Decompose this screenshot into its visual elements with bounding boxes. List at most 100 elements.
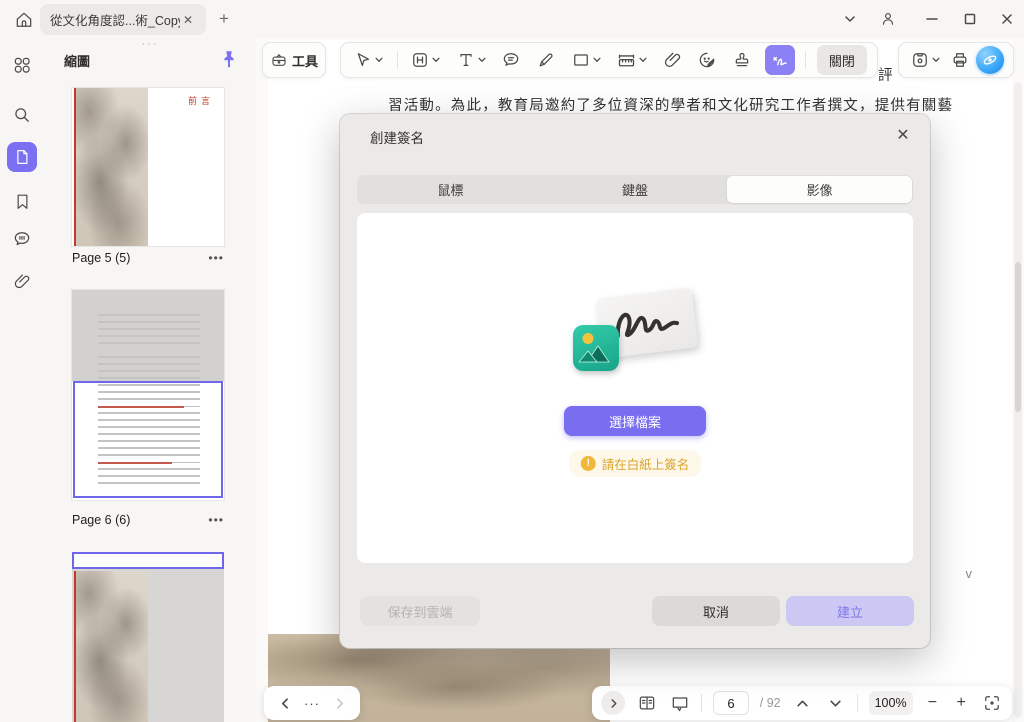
back-button[interactable] <box>274 692 296 714</box>
heading-tool-button[interactable] <box>408 46 443 74</box>
current-view-rectangle[interactable] <box>73 381 223 498</box>
warning-icon: ! <box>580 456 596 471</box>
tools-button[interactable]: 工具 <box>262 42 326 78</box>
tab-image-active[interactable]: 影像 <box>727 176 913 203</box>
text-tool-button[interactable] <box>454 46 489 74</box>
current-view-rectangle[interactable] <box>72 552 224 569</box>
toolbar-divider <box>805 51 807 69</box>
save-button[interactable] <box>908 46 943 74</box>
thumbnail-red-rule <box>74 88 76 246</box>
choose-file-button[interactable]: 選擇檔案 <box>564 406 706 436</box>
more-icon[interactable]: ••• <box>208 514 224 526</box>
thumbnail-caption-text: 前言 <box>187 96 214 106</box>
chevron-down-icon[interactable] <box>592 55 602 65</box>
chevron-down-icon[interactable] <box>374 55 384 65</box>
zoom-out-button[interactable]: − <box>923 694 941 712</box>
ruler-icon <box>616 50 637 71</box>
thumbnail-page-7[interactable] <box>72 552 224 722</box>
signature-tool-button-active[interactable] <box>764 45 795 75</box>
grid-icon <box>12 55 32 75</box>
comments-button[interactable] <box>7 224 37 254</box>
save-to-cloud-button[interactable]: 保存到雲端 <box>360 596 480 626</box>
print-button[interactable] <box>948 46 972 74</box>
scrollbar-thumb[interactable] <box>1015 262 1021 412</box>
dialog-close-button[interactable]: ✕ <box>890 122 916 148</box>
printer-icon <box>950 50 970 70</box>
document-partial-text: 評 <box>878 68 893 84</box>
page-controls-pill: / 92 100% − + <box>592 686 1012 720</box>
user-icon <box>879 10 897 28</box>
chevron-down-icon[interactable] <box>431 55 441 65</box>
search-icon <box>12 105 32 125</box>
forward-button-disabled[interactable] <box>328 692 350 714</box>
measure-tool-button[interactable] <box>614 46 650 74</box>
stamp-tool-button[interactable] <box>730 46 754 74</box>
vertical-scrollbar[interactable] <box>1014 82 1022 718</box>
document-tab[interactable]: 從文化角度認...術_Copy ✕ <box>40 4 206 35</box>
zoom-level-value[interactable]: 100% <box>868 691 913 715</box>
pill-divider <box>701 694 703 712</box>
shape-tool-button[interactable] <box>569 46 604 74</box>
close-annotation-button[interactable]: 關閉 <box>816 45 867 75</box>
bookmarks-button[interactable] <box>7 186 37 216</box>
text-icon <box>456 50 476 70</box>
comment-bubble-icon <box>501 50 521 70</box>
zoom-in-button[interactable]: + <box>952 694 970 712</box>
previous-page-button[interactable] <box>791 692 813 714</box>
heading-icon <box>410 50 430 70</box>
minimize-button[interactable] <box>920 7 944 31</box>
tab-close-icon[interactable]: ✕ <box>180 12 196 28</box>
file-actions-toolbar <box>898 42 1014 78</box>
fullscreen-icon <box>982 693 1002 713</box>
comment-tool-button[interactable] <box>499 46 523 74</box>
sticker-tool-button[interactable] <box>695 46 719 74</box>
pen-tool-button[interactable] <box>534 46 558 74</box>
paperclip-icon <box>13 272 32 291</box>
panels-grid-button[interactable] <box>7 50 37 80</box>
ai-orbit-icon <box>980 50 1000 70</box>
create-button[interactable]: 建立 <box>786 596 914 626</box>
thumbnails-panel-button[interactable] <box>7 142 37 172</box>
pin-icon[interactable] <box>218 48 240 70</box>
sidebar-title: 縮圖 <box>64 54 91 69</box>
search-button[interactable] <box>7 100 37 130</box>
chevron-down-icon[interactable] <box>931 55 941 65</box>
collapse-chevron-button[interactable] <box>601 691 625 715</box>
thumbnail-painting <box>74 571 148 722</box>
chevron-down-icon[interactable] <box>477 55 487 65</box>
attach-tool-button[interactable] <box>661 46 685 74</box>
home-button[interactable] <box>12 8 36 32</box>
thumbnail-label-row: Page 6 (6) ••• <box>72 512 224 528</box>
presentation-button[interactable] <box>669 692 691 714</box>
window-close-button[interactable] <box>995 7 1019 31</box>
titlebar-chevron-button[interactable] <box>838 7 862 31</box>
presentation-icon <box>670 693 690 713</box>
cancel-button[interactable]: 取消 <box>652 596 780 626</box>
dialog-title: 創建簽名 <box>370 131 424 146</box>
app-window: 習活動。為此，教育局邀約了多位資深的學者和文化研究工作者撰文，提供有關藝 評 v… <box>0 0 1024 722</box>
titlebar: 從文化角度認...術_Copy ✕ + <box>0 0 1024 38</box>
page-5-label: Page 5 (5) <box>72 251 131 265</box>
fit-screen-button[interactable] <box>981 692 1003 714</box>
hint-text: 請在白紙上簽名 <box>601 458 690 472</box>
thumbnail-page-5[interactable]: 前言 <box>72 88 224 246</box>
chevron-down-icon[interactable]: v <box>966 566 973 581</box>
select-tool-button[interactable] <box>351 46 386 74</box>
more-icon[interactable]: ··· <box>304 696 320 711</box>
next-page-button[interactable] <box>824 692 846 714</box>
page-layout-button[interactable] <box>636 692 658 714</box>
ai-assistant-button[interactable] <box>976 46 1004 74</box>
new-tab-button[interactable]: + <box>214 9 234 29</box>
more-icon[interactable]: ••• <box>208 252 224 264</box>
account-button[interactable] <box>876 7 900 31</box>
attachments-button[interactable] <box>7 266 37 296</box>
signature-image-panel: 選擇檔案 ! 請在白紙上簽名 <box>357 213 913 563</box>
chevron-down-icon[interactable] <box>638 55 648 65</box>
thumbnail-red-rule <box>74 571 76 722</box>
thumbnail-page-6[interactable] <box>72 290 224 500</box>
tab-keyboard[interactable]: 鍵盤 <box>543 176 728 203</box>
page-number-input[interactable] <box>713 691 749 715</box>
tab-mouse[interactable]: 鼠標 <box>358 176 543 203</box>
tools-button-label: 工具 <box>291 53 318 69</box>
maximize-button[interactable] <box>958 7 982 31</box>
